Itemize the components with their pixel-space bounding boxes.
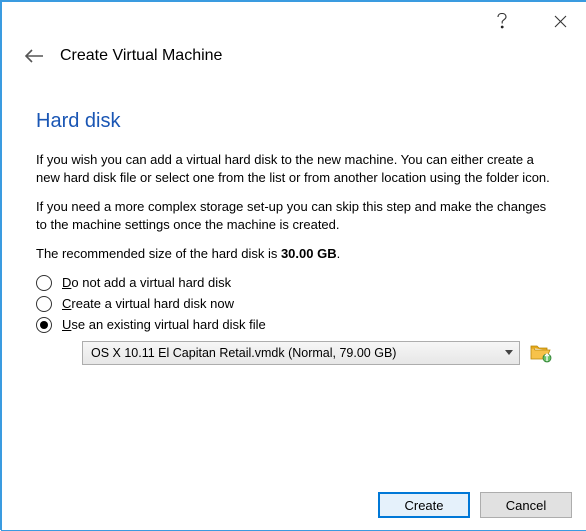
combo-selected-text: OS X 10.11 El Capitan Retail.vmdk (Norma… [91,346,396,360]
cancel-button[interactable]: Cancel [480,492,572,518]
folder-open-icon [530,343,552,363]
section-heading: Hard disk [36,110,552,133]
radio-label: Create a virtual hard disk now [62,296,234,311]
chevron-down-icon [505,350,513,355]
radio-label: Do not add a virtual hard disk [62,275,231,290]
recommended-size-paragraph: The recommended size of the hard disk is… [36,245,552,263]
intro-paragraph-1: If you wish you can add a virtual hard d… [36,151,552,186]
back-button[interactable] [24,46,44,66]
radio-icon [36,296,52,312]
close-icon [554,15,567,28]
help-button[interactable] [482,6,522,36]
browse-folder-button[interactable] [530,342,552,364]
intro-paragraph-2: If you need a more complex storage set-u… [36,198,552,233]
radio-option-no-disk[interactable]: Do not add a virtual hard disk [36,275,552,291]
close-button[interactable] [540,6,580,36]
create-button[interactable]: Create [378,492,470,518]
wizard-title: Create Virtual Machine [60,47,222,65]
question-icon [496,13,508,29]
arrow-left-icon [24,49,44,63]
radio-option-create-disk[interactable]: Create a virtual hard disk now [36,296,552,312]
radio-icon [36,317,52,333]
radio-option-existing-disk[interactable]: Use an existing virtual hard disk file [36,317,552,333]
radio-label: Use an existing virtual hard disk file [62,317,266,332]
existing-disk-combo[interactable]: OS X 10.11 El Capitan Retail.vmdk (Norma… [82,341,520,365]
radio-icon [36,275,52,291]
